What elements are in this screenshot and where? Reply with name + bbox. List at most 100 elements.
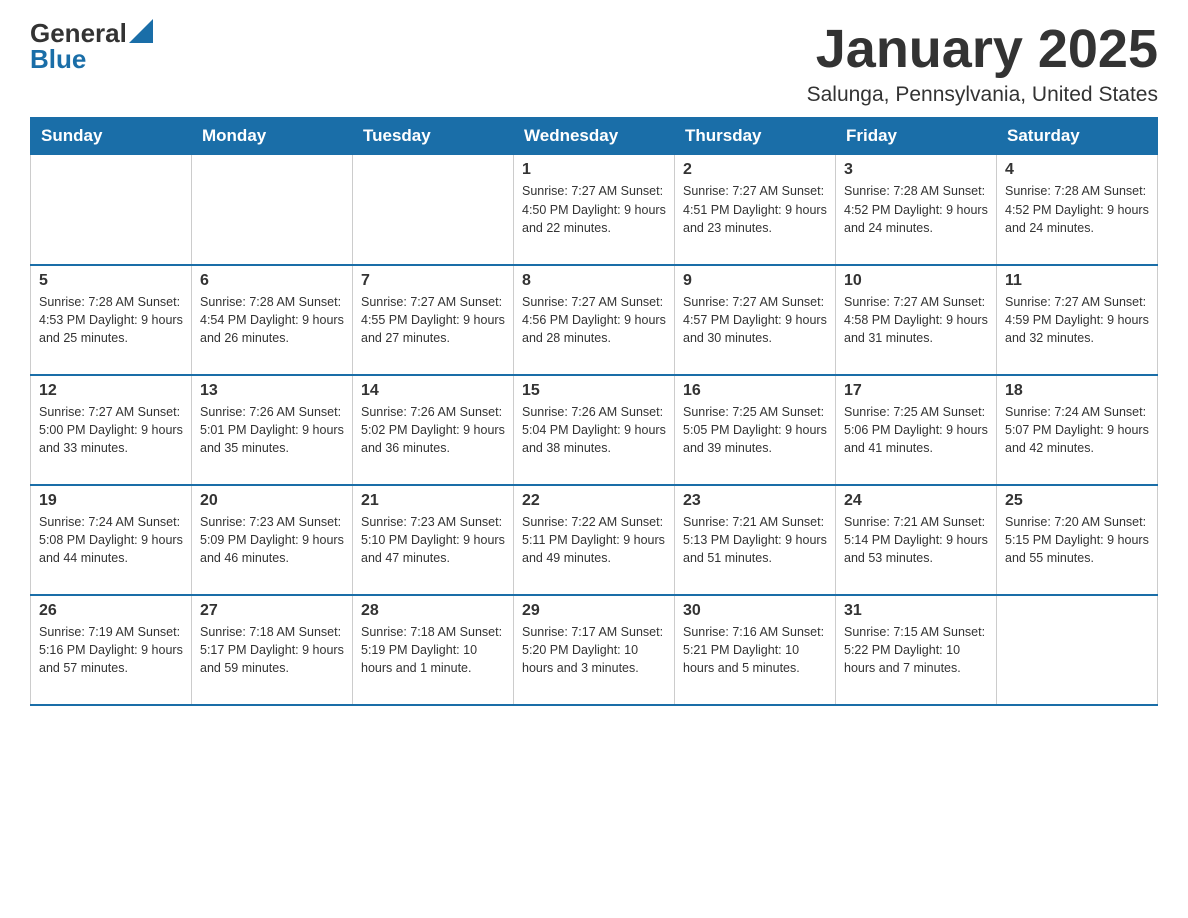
header-row: SundayMondayTuesdayWednesdayThursdayFrid… <box>31 118 1158 155</box>
calendar-cell: 20Sunrise: 7:23 AM Sunset: 5:09 PM Dayli… <box>192 485 353 595</box>
week-row-1: 1 Sunrise: 7:27 AM Sunset: 4:50 PM Daylig… <box>31 155 1158 265</box>
day-header-thursday: Thursday <box>675 118 836 155</box>
day-header-friday: Friday <box>836 118 997 155</box>
calendar-cell: 13Sunrise: 7:26 AM Sunset: 5:01 PM Dayli… <box>192 375 353 485</box>
calendar-cell: 23 Sunrise: 7:21 AM Sunset: 5:13 PM Dayli… <box>675 485 836 595</box>
week-row-5: 26 Sunrise: 7:19 AM Sunset: 5:16 PM Dayli… <box>31 595 1158 705</box>
calendar-cell: 1 Sunrise: 7:27 AM Sunset: 4:50 PM Daylig… <box>514 155 675 265</box>
day-number: 7 <box>361 272 505 290</box>
calendar-cell: 4 Sunrise: 7:28 AM Sunset: 4:52 PM Daylig… <box>997 155 1158 265</box>
day-number: 9 <box>683 272 827 290</box>
logo-blue-text: Blue <box>30 44 86 74</box>
day-info: Sunrise: 7:17 AM Sunset: 5:20 PM Dayligh… <box>522 623 666 677</box>
day-header-saturday: Saturday <box>997 118 1158 155</box>
day-number: 4 <box>1005 161 1149 179</box>
day-info: Sunrise: 7:20 AM Sunset: 5:15 PM Dayligh… <box>1005 513 1149 567</box>
day-number: 21 <box>361 492 505 510</box>
calendar-cell: 3 Sunrise: 7:28 AM Sunset: 4:52 PM Daylig… <box>836 155 997 265</box>
day-number: 15 <box>522 382 666 400</box>
day-info: Sunrise: 7:27 AM Sunset: 4:59 PM Dayligh… <box>1005 293 1149 347</box>
day-info: Sunrise: 7:24 AM Sunset: 5:07 PM Dayligh… <box>1005 403 1149 457</box>
day-info: Sunrise: 7:16 AM Sunset: 5:21 PM Dayligh… <box>683 623 827 677</box>
calendar-cell: 8 Sunrise: 7:27 AM Sunset: 4:56 PM Daylig… <box>514 265 675 375</box>
day-number: 19 <box>39 492 183 510</box>
day-number: 2 <box>683 161 827 179</box>
day-info: Sunrise: 7:27 AM Sunset: 4:56 PM Dayligh… <box>522 293 666 347</box>
day-number: 16 <box>683 382 827 400</box>
calendar-cell <box>31 155 192 265</box>
day-info: Sunrise: 7:27 AM Sunset: 5:00 PM Dayligh… <box>39 403 183 457</box>
day-info: Sunrise: 7:23 AM Sunset: 5:10 PM Dayligh… <box>361 513 505 567</box>
day-number: 23 <box>683 492 827 510</box>
week-row-4: 19 Sunrise: 7:24 AM Sunset: 5:08 PM Dayli… <box>31 485 1158 595</box>
day-info: Sunrise: 7:19 AM Sunset: 5:16 PM Dayligh… <box>39 623 183 677</box>
calendar-cell: 22Sunrise: 7:22 AM Sunset: 5:11 PM Dayli… <box>514 485 675 595</box>
day-number: 18 <box>1005 382 1149 400</box>
day-number: 30 <box>683 602 827 620</box>
day-number: 1 <box>522 161 666 179</box>
calendar-cell: 5Sunrise: 7:28 AM Sunset: 4:53 PM Daylig… <box>31 265 192 375</box>
calendar-cell: 11Sunrise: 7:27 AM Sunset: 4:59 PM Dayli… <box>997 265 1158 375</box>
day-info: Sunrise: 7:18 AM Sunset: 5:17 PM Dayligh… <box>200 623 344 677</box>
calendar-table: SundayMondayTuesdayWednesdayThursdayFrid… <box>30 117 1158 706</box>
day-number: 5 <box>39 272 183 290</box>
day-info: Sunrise: 7:28 AM Sunset: 4:54 PM Dayligh… <box>200 293 344 347</box>
day-info: Sunrise: 7:24 AM Sunset: 5:08 PM Dayligh… <box>39 513 183 567</box>
logo-general-text: General <box>30 20 127 46</box>
calendar-cell <box>353 155 514 265</box>
day-info: Sunrise: 7:26 AM Sunset: 5:04 PM Dayligh… <box>522 403 666 457</box>
calendar-cell: 17Sunrise: 7:25 AM Sunset: 5:06 PM Dayli… <box>836 375 997 485</box>
calendar-cell: 9 Sunrise: 7:27 AM Sunset: 4:57 PM Daylig… <box>675 265 836 375</box>
day-info: Sunrise: 7:27 AM Sunset: 4:57 PM Dayligh… <box>683 293 827 347</box>
calendar-cell: 26 Sunrise: 7:19 AM Sunset: 5:16 PM Dayli… <box>31 595 192 705</box>
location-subtitle: Salunga, Pennsylvania, United States <box>807 83 1158 107</box>
day-info: Sunrise: 7:27 AM Sunset: 4:50 PM Dayligh… <box>522 182 666 236</box>
day-number: 14 <box>361 382 505 400</box>
calendar-cell: 14Sunrise: 7:26 AM Sunset: 5:02 PM Dayli… <box>353 375 514 485</box>
calendar-cell: 12 Sunrise: 7:27 AM Sunset: 5:00 PM Dayli… <box>31 375 192 485</box>
day-info: Sunrise: 7:15 AM Sunset: 5:22 PM Dayligh… <box>844 623 988 677</box>
day-info: Sunrise: 7:21 AM Sunset: 5:13 PM Dayligh… <box>683 513 827 567</box>
calendar-cell: 7Sunrise: 7:27 AM Sunset: 4:55 PM Daylig… <box>353 265 514 375</box>
day-info: Sunrise: 7:25 AM Sunset: 5:05 PM Dayligh… <box>683 403 827 457</box>
day-number: 13 <box>200 382 344 400</box>
calendar-cell: 27 Sunrise: 7:18 AM Sunset: 5:17 PM Dayli… <box>192 595 353 705</box>
month-year-title: January 2025 <box>807 20 1158 79</box>
day-number: 26 <box>39 602 183 620</box>
day-info: Sunrise: 7:27 AM Sunset: 4:51 PM Dayligh… <box>683 182 827 236</box>
day-info: Sunrise: 7:25 AM Sunset: 5:06 PM Dayligh… <box>844 403 988 457</box>
day-info: Sunrise: 7:22 AM Sunset: 5:11 PM Dayligh… <box>522 513 666 567</box>
day-number: 28 <box>361 602 505 620</box>
day-number: 31 <box>844 602 988 620</box>
week-row-2: 5Sunrise: 7:28 AM Sunset: 4:53 PM Daylig… <box>31 265 1158 375</box>
calendar-cell <box>997 595 1158 705</box>
day-number: 8 <box>522 272 666 290</box>
day-number: 12 <box>39 382 183 400</box>
calendar-cell: 15 Sunrise: 7:26 AM Sunset: 5:04 PM Dayli… <box>514 375 675 485</box>
day-number: 6 <box>200 272 344 290</box>
day-header-monday: Monday <box>192 118 353 155</box>
calendar-cell: 24 Sunrise: 7:21 AM Sunset: 5:14 PM Dayli… <box>836 485 997 595</box>
day-info: Sunrise: 7:21 AM Sunset: 5:14 PM Dayligh… <box>844 513 988 567</box>
day-info: Sunrise: 7:28 AM Sunset: 4:52 PM Dayligh… <box>1005 182 1149 236</box>
calendar-cell: 19 Sunrise: 7:24 AM Sunset: 5:08 PM Dayli… <box>31 485 192 595</box>
calendar-cell: 10Sunrise: 7:27 AM Sunset: 4:58 PM Dayli… <box>836 265 997 375</box>
day-number: 3 <box>844 161 988 179</box>
title-block-2: January 2025 Salunga, Pennsylvania, Unit… <box>807 20 1158 107</box>
calendar-cell: 31 Sunrise: 7:15 AM Sunset: 5:22 PM Dayli… <box>836 595 997 705</box>
calendar-cell: 25Sunrise: 7:20 AM Sunset: 5:15 PM Dayli… <box>997 485 1158 595</box>
calendar-body: 1 Sunrise: 7:27 AM Sunset: 4:50 PM Daylig… <box>31 155 1158 705</box>
day-header-wednesday: Wednesday <box>514 118 675 155</box>
day-header-sunday: Sunday <box>31 118 192 155</box>
calendar-cell: 28Sunrise: 7:18 AM Sunset: 5:19 PM Dayli… <box>353 595 514 705</box>
day-number: 27 <box>200 602 344 620</box>
day-info: Sunrise: 7:28 AM Sunset: 4:52 PM Dayligh… <box>844 182 988 236</box>
calendar-cell: 16 Sunrise: 7:25 AM Sunset: 5:05 PM Dayli… <box>675 375 836 485</box>
day-info: Sunrise: 7:27 AM Sunset: 4:58 PM Dayligh… <box>844 293 988 347</box>
day-header-tuesday: Tuesday <box>353 118 514 155</box>
week-row-3: 12 Sunrise: 7:27 AM Sunset: 5:00 PM Dayli… <box>31 375 1158 485</box>
calendar-cell: 18 Sunrise: 7:24 AM Sunset: 5:07 PM Dayli… <box>997 375 1158 485</box>
day-number: 24 <box>844 492 988 510</box>
calendar-cell: 2 Sunrise: 7:27 AM Sunset: 4:51 PM Daylig… <box>675 155 836 265</box>
calendar-cell <box>192 155 353 265</box>
